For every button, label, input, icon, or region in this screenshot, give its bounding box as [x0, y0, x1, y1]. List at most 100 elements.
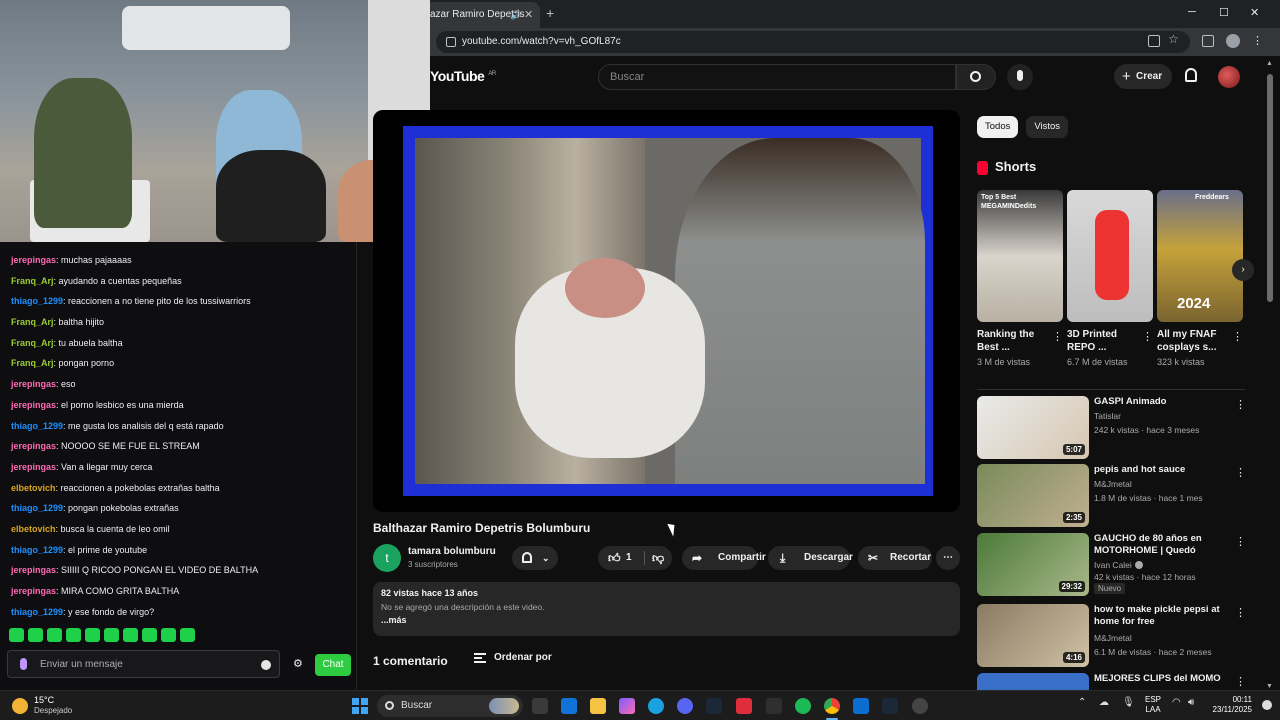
emote-icon[interactable] [161, 628, 176, 642]
close-tab-icon[interactable]: ✕ [524, 2, 533, 28]
emote-icon[interactable] [142, 628, 157, 642]
channel-name[interactable]: M&Jmetal [1094, 479, 1132, 489]
minimize-icon[interactable]: ─ [1188, 6, 1196, 18]
search-input[interactable]: Buscar [598, 64, 956, 90]
chat-username[interactable]: Franq_Arj [11, 276, 54, 286]
cloud-icon[interactable]: ☁ [1099, 697, 1109, 708]
video-title[interactable]: MEJORES CLIPS del MOMO [1094, 673, 1230, 685]
emote-icon[interactable] [66, 628, 81, 642]
short-thumbnail[interactable]: Freddears 2024 [1157, 190, 1243, 322]
discord-icon[interactable] [677, 698, 693, 714]
site-info-icon[interactable] [446, 37, 456, 47]
video-thumbnail[interactable]: 2:35 [977, 464, 1089, 527]
related-video[interactable]: 4:16 how to make pickle pepsi at home fo… [977, 604, 1247, 668]
related-video[interactable]: 2:35 pepis and hot sauce M&Jmetal 1.8 M … [977, 464, 1247, 528]
chip-vistos[interactable]: Vistos [1026, 116, 1069, 138]
channel-name[interactable]: M&Jmetal [1094, 633, 1132, 643]
video-thumbnail[interactable]: 29:32 [977, 533, 1089, 596]
short-card[interactable]: Top 5 Best MEGAMINDedits Ranking the Bes… [977, 190, 1063, 367]
url-field[interactable]: youtube.com/watch?v=vh_GOfL87c [436, 31, 1190, 53]
obs-icon[interactable] [912, 698, 928, 714]
volume-icon[interactable]: 🔊︎ [1188, 697, 1194, 708]
weather-icon[interactable] [12, 698, 28, 714]
chat-send-button[interactable]: Chat [315, 654, 351, 676]
maximize-icon[interactable]: ☐ [1219, 6, 1229, 19]
mic-icon[interactable]: 🎙︎ [1122, 697, 1135, 708]
description-box[interactable]: 82 vistas hace 13 años No se agregó una … [373, 582, 960, 636]
chat-username[interactable]: jerepingas [11, 400, 56, 410]
chrome-icon[interactable] [824, 698, 840, 714]
scroll-thumb[interactable] [1267, 74, 1273, 302]
chat-username[interactable]: jerepingas [11, 255, 56, 265]
video-player[interactable] [373, 110, 960, 512]
download-button[interactable]: ⤓ Descargar [768, 546, 853, 570]
edge-icon[interactable] [648, 698, 664, 714]
show-more-link[interactable]: ...más [381, 615, 952, 625]
account-avatar[interactable] [1218, 66, 1240, 88]
chat-username[interactable]: jerepingas [11, 441, 56, 451]
scrollbar[interactable]: ▲ ▼ [1266, 60, 1274, 690]
browser-tab[interactable]: azar Ramiro Depetris 🔊 ✕ [430, 2, 540, 28]
notifications-icon[interactable] [1262, 700, 1272, 710]
channel-avatar[interactable]: t [373, 544, 401, 572]
video-thumbnail[interactable] [977, 673, 1089, 690]
like-dislike-button[interactable]: 👍︎ 1 👎︎ [598, 546, 672, 570]
emote-icon[interactable] [28, 628, 43, 642]
clock[interactable]: 00:11 23/11/2025 [1212, 695, 1252, 715]
epic-games-icon[interactable] [766, 698, 782, 714]
outlook-icon[interactable] [561, 698, 577, 714]
more-options-icon[interactable]: ⋮ [1235, 675, 1246, 688]
speaker-icon[interactable]: 🔊 [510, 2, 521, 28]
thumbs-down-icon[interactable]: 👎︎ [652, 546, 664, 570]
short-thumbnail[interactable] [1067, 190, 1153, 322]
file-explorer-icon[interactable] [590, 698, 606, 714]
emote-icon[interactable] [85, 628, 100, 642]
taskbar-search[interactable]: Buscar [377, 695, 523, 717]
more-options-icon[interactable]: ⋮ [1235, 606, 1246, 619]
spotify-icon[interactable] [795, 698, 811, 714]
video-thumbnail[interactable]: 5:07 [977, 396, 1089, 459]
mic-icon[interactable] [20, 658, 27, 670]
video-title[interactable]: GAUCHO de 80 años en MOTORHOME | Quedó C… [1094, 533, 1230, 557]
channel-name[interactable]: tamara bolumburu [408, 546, 496, 557]
browser-profile-icon[interactable] [1226, 34, 1240, 48]
chat-username[interactable]: thiago_1299 [11, 503, 63, 513]
app-icon[interactable] [736, 698, 752, 714]
short-card[interactable]: Freddears 2024 All my FNAF cosplays s...… [1157, 190, 1243, 367]
bookmark-star-icon[interactable]: ☆ [1168, 32, 1179, 46]
steam-icon[interactable] [882, 698, 898, 714]
chat-username[interactable]: jerepingas [11, 565, 56, 575]
clip-button[interactable]: ✂ Recortar [858, 546, 932, 570]
short-title[interactable]: Ranking the Best ... [977, 328, 1053, 354]
notifications-bell-icon[interactable] [1185, 68, 1197, 82]
related-video[interactable]: MEJORES CLIPS del MOMO ⋮ [977, 673, 1247, 690]
chat-username[interactable]: Franq_Arj [11, 317, 54, 327]
scroll-down-icon[interactable]: ▼ [1266, 683, 1273, 690]
install-icon[interactable] [1148, 35, 1160, 47]
more-options-icon[interactable]: ⋮ [1235, 466, 1246, 479]
video-title[interactable]: GASPI Animado [1094, 396, 1230, 408]
chat-username[interactable]: elbetovich [11, 483, 56, 493]
chevron-up-icon[interactable]: ⌃ [1078, 697, 1086, 708]
emoji-icon[interactable] [261, 660, 271, 670]
start-menu-icon[interactable] [352, 698, 368, 714]
video-title[interactable]: how to make pickle pepsi at home for fre… [1094, 604, 1230, 628]
chat-username[interactable]: jerepingas [11, 586, 56, 596]
voice-search-button[interactable] [1007, 64, 1033, 90]
channel-name[interactable]: Ivan Calei [1094, 560, 1143, 570]
channel-name[interactable]: Tatislar [1094, 411, 1121, 421]
emote-icon[interactable] [47, 628, 62, 642]
short-thumbnail[interactable]: Top 5 Best MEGAMINDedits [977, 190, 1063, 322]
more-options-icon[interactable]: ⋮ [1235, 398, 1246, 411]
search-button[interactable] [956, 64, 996, 90]
chat-message-input[interactable]: Enviar un mensaje [7, 650, 280, 678]
subscription-bell-button[interactable]: ⌄ [512, 546, 558, 570]
steam-icon[interactable] [706, 698, 722, 714]
more-options-icon[interactable]: ⋮ [1232, 330, 1243, 343]
short-card[interactable]: 3D Printed REPO ... 6.7 M de vistas ⋮ [1067, 190, 1153, 367]
video-title[interactable]: pepis and hot sauce [1094, 464, 1230, 476]
browser-menu-icon[interactable]: ⋮ [1252, 34, 1263, 47]
short-title[interactable]: All my FNAF cosplays s... [1157, 328, 1233, 354]
chat-username[interactable]: Franq_Arj [11, 358, 54, 368]
chat-username[interactable]: elbetovich [11, 524, 56, 534]
